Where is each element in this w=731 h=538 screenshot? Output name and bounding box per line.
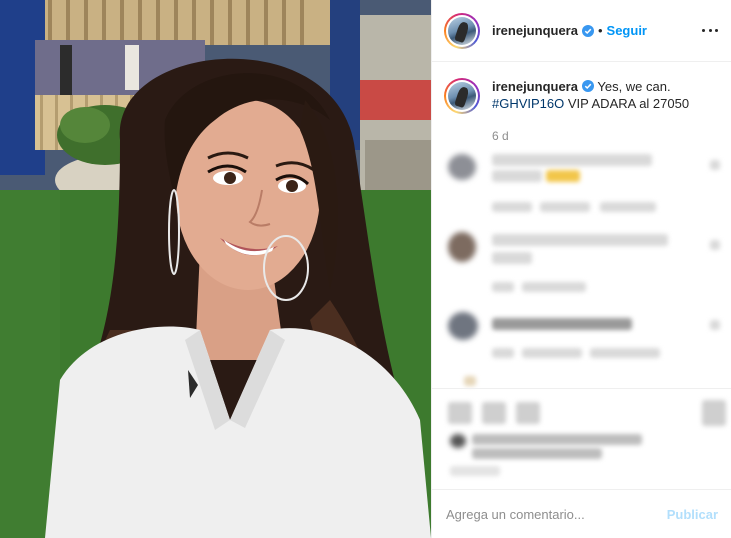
avatar[interactable] xyxy=(444,12,480,49)
follow-button[interactable]: Seguir xyxy=(607,23,647,38)
comment-icon[interactable] xyxy=(482,402,506,424)
post-age: 6 d xyxy=(492,129,509,143)
caption-rest: VIP ADARA al 27050 xyxy=(567,96,690,111)
header-username[interactable]: irenejunquera xyxy=(492,23,578,38)
add-comment-bar: Publicar xyxy=(432,489,731,538)
save-icon[interactable] xyxy=(702,400,726,426)
actions-divider xyxy=(432,388,731,389)
blurred-comment-partial xyxy=(444,374,724,388)
blurred-actions xyxy=(444,396,726,486)
caption-hashtag[interactable]: #GHVIP16O xyxy=(492,96,564,111)
caption-username[interactable]: irenejunquera xyxy=(492,79,578,94)
caption-verified-badge-icon xyxy=(581,80,594,92)
share-icon[interactable] xyxy=(516,402,540,424)
blurred-comment xyxy=(444,150,724,220)
publish-button[interactable]: Publicar xyxy=(667,507,718,522)
like-icon[interactable] xyxy=(448,402,472,424)
separator-dot: • xyxy=(597,23,603,38)
photo-illustration xyxy=(0,0,431,538)
more-options-icon[interactable] xyxy=(702,22,718,38)
post-header: irenejunquera • Seguir xyxy=(432,0,731,62)
post-photo[interactable] xyxy=(0,0,431,538)
verified-badge-icon xyxy=(581,24,594,37)
avatar-image xyxy=(448,16,476,45)
caption: irenejunquera Yes, we can. #GHVIP16O VIP… xyxy=(444,78,724,114)
comment-input[interactable] xyxy=(446,506,667,522)
blurred-comment xyxy=(444,228,724,298)
caption-avatar[interactable] xyxy=(444,78,480,114)
caption-avatar-image xyxy=(448,82,476,110)
blurred-comment xyxy=(444,308,724,368)
caption-body: Yes, we can. xyxy=(597,79,671,94)
post-side-panel: irenejunquera • Seguir irenejunquera Yes… xyxy=(431,0,731,538)
caption-text: irenejunquera Yes, we can. #GHVIP16O VIP… xyxy=(492,78,720,114)
